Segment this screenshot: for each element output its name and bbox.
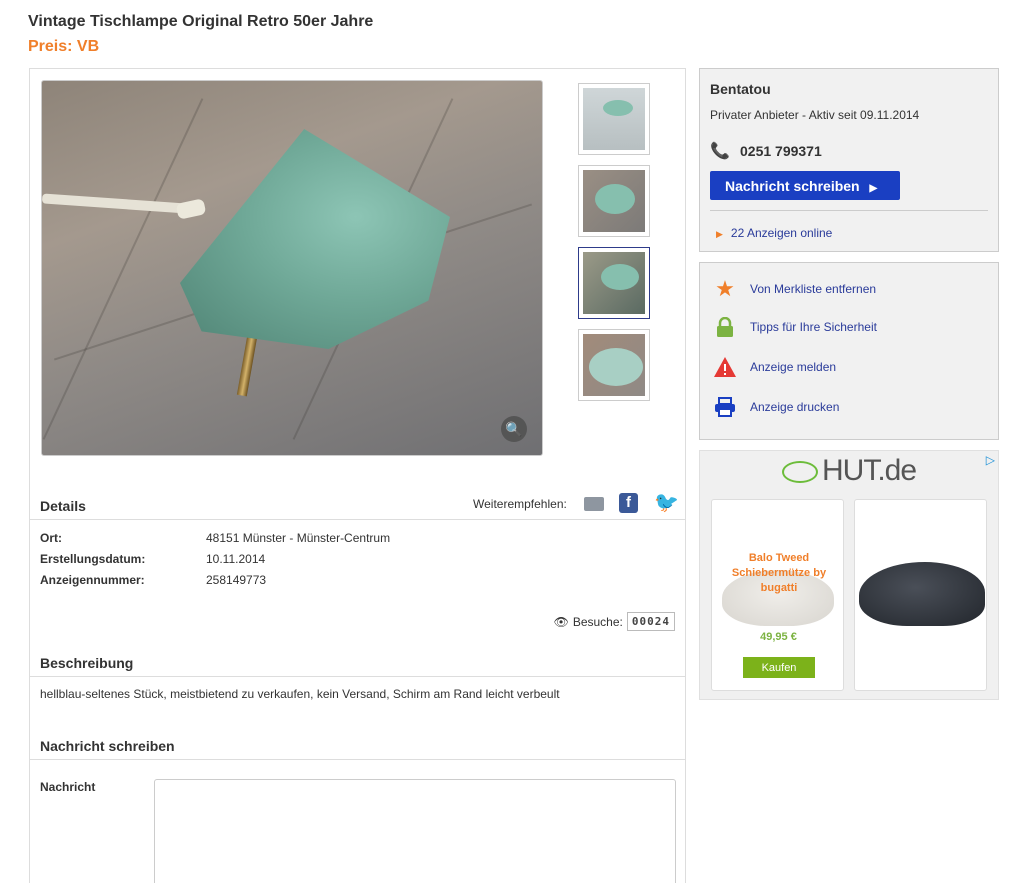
detail-label-date: Erstellungsdatum: — [40, 552, 146, 566]
main-photo[interactable]: 🔍 — [41, 80, 543, 456]
seller-name: Bentatou — [710, 81, 771, 97]
thumbnail-3[interactable] — [578, 247, 650, 319]
zoom-icon[interactable]: 🔍 — [501, 416, 527, 442]
action-report-label: Anzeige melden — [750, 360, 837, 374]
warning-icon — [712, 355, 738, 379]
ad-product-card[interactable]: Balo Tweed Schiebermütze by bugatti 49,9… — [711, 499, 844, 691]
seller-phone[interactable]: 0251 799371 — [740, 143, 822, 159]
ad-brand: HUT.de — [822, 454, 917, 487]
detail-label-location: Ort: — [40, 531, 62, 545]
seller-status: Privater Anbieter - Aktiv seit 09.11.201… — [710, 108, 920, 122]
message-label: Nachricht — [40, 780, 96, 794]
write-message-button[interactable]: Nachricht schreiben ▶ — [710, 171, 900, 200]
dark-cap-image — [859, 562, 985, 626]
twitter-icon[interactable]: 🐦 — [654, 493, 679, 513]
actions-panel: ★ Von Merkliste entfernen Tipps für Ihre… — [699, 262, 999, 440]
action-report[interactable]: Anzeige melden — [712, 355, 836, 379]
listing-price: Preis: VB — [28, 38, 100, 55]
seller-ads-label: 22 Anzeigen online — [730, 226, 833, 240]
lamp-shade — [180, 129, 450, 349]
arrow-right-icon: ▶ — [716, 229, 723, 239]
visits-count: 00024 — [626, 612, 675, 631]
seller-ads-link[interactable]: ▶ 22 Anzeigen online — [716, 226, 832, 240]
write-message-label: Nachricht schreiben — [725, 177, 860, 194]
hat-logo-icon — [782, 461, 818, 483]
lamp-switch — [175, 198, 207, 220]
description-text: hellblau-seltenes Stück, meistbietend zu… — [40, 687, 560, 701]
ad-product-card-2[interactable] — [854, 499, 987, 691]
action-print-label: Anzeige drucken — [750, 400, 840, 414]
eye-icon: 👁 — [553, 614, 569, 629]
action-print[interactable]: Anzeige drucken — [712, 395, 839, 419]
printer-icon — [712, 395, 738, 419]
lock-icon — [712, 315, 738, 339]
thumbnail-4[interactable] — [578, 329, 650, 401]
divider — [30, 759, 685, 760]
facebook-icon[interactable]: f — [619, 493, 638, 513]
details-heading: Details — [40, 498, 86, 514]
play-arrow-icon: ▶ — [869, 182, 878, 194]
share-label: Weiterempfehlen: — [473, 497, 567, 511]
message-heading: Nachricht schreiben — [40, 738, 175, 754]
ad-product-title: Balo Tweed Schiebermütze by bugatti — [731, 552, 827, 594]
detail-value-ad-number: 258149773 — [206, 573, 267, 587]
divider — [710, 210, 988, 211]
ad-choices-icon[interactable]: ▷ — [986, 453, 995, 467]
phone-icon: 📞 — [710, 143, 730, 160]
listing-title: Vintage Tischlampe Original Retro 50er J… — [28, 13, 374, 30]
thumbnail-2[interactable] — [578, 165, 650, 237]
detail-label-ad-number: Anzeigennummer: — [40, 573, 145, 587]
detail-value-date: 10.11.2014 — [206, 552, 266, 566]
advertisement[interactable]: HUT.de ▷ Balo Tweed Schiebermütze by bug… — [699, 450, 999, 700]
message-textarea[interactable] — [154, 779, 676, 883]
action-safety-tips[interactable]: Tipps für Ihre Sicherheit — [712, 315, 877, 339]
action-watchlist[interactable]: ★ Von Merkliste entfernen — [712, 276, 877, 301]
mail-icon[interactable] — [584, 497, 604, 511]
visits-label: Besuche: — [572, 614, 623, 629]
thumbnail-1[interactable] — [578, 83, 650, 155]
ad-product-price: 49,95 € — [760, 631, 797, 643]
star-icon: ★ — [715, 276, 735, 301]
divider — [30, 519, 685, 520]
listing-main-panel: 🔍 Details Weiterempfehlen: f 🐦 Ort: 4815… — [29, 68, 686, 883]
action-watchlist-label: Von Merkliste entfernen — [750, 282, 877, 296]
action-safety-label: Tipps für Ihre Sicherheit — [750, 320, 877, 334]
detail-value-location: 48151 Münster - Münster-Centrum — [206, 531, 391, 545]
ad-buy-button[interactable]: Kaufen — [743, 657, 815, 678]
seller-panel: Bentatou Privater Anbieter - Aktiv seit … — [699, 68, 999, 252]
visit-counter: 👁 Besuche: 00024 — [554, 612, 675, 631]
description-heading: Beschreibung — [40, 655, 134, 671]
lamp-leg — [236, 335, 258, 397]
divider — [30, 676, 685, 677]
